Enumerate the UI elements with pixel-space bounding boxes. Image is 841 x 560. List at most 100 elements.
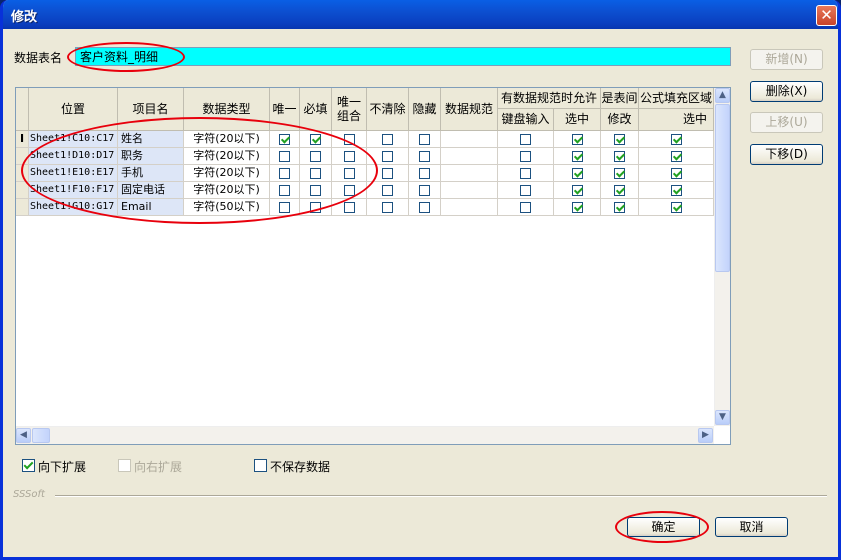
cell-hidden[interactable] — [409, 182, 441, 199]
header-select-a[interactable]: 选中 — [554, 109, 601, 131]
fsel-checkbox[interactable] — [671, 202, 682, 213]
cell-noclear[interactable] — [367, 131, 409, 148]
cell-modify[interactable] — [601, 131, 639, 148]
cell-kbd[interactable] — [498, 199, 554, 216]
cell-fsel[interactable] — [639, 199, 714, 216]
cell-fsel[interactable] — [639, 148, 714, 165]
noclear-checkbox[interactable] — [382, 202, 393, 213]
cell-data-rule[interactable] — [441, 131, 498, 148]
cell-fsel[interactable] — [639, 131, 714, 148]
expand-down-checkbox[interactable] — [22, 459, 35, 472]
hidden-checkbox[interactable] — [419, 134, 430, 145]
table-name-label: 数据表名 — [14, 51, 63, 65]
no-save-label: 不保存数据 — [270, 460, 331, 474]
add-button[interactable]: 新增(N) — [750, 49, 823, 70]
hidden-checkbox[interactable] — [419, 185, 430, 196]
cancel-button[interactable]: 取消 — [715, 517, 788, 537]
fsel-checkbox[interactable] — [671, 151, 682, 162]
header-no-clear[interactable]: 不清除 — [367, 88, 409, 131]
cell-noclear[interactable] — [367, 199, 409, 216]
kbd-checkbox[interactable] — [520, 185, 531, 196]
row-marker[interactable] — [16, 199, 29, 216]
noclear-checkbox[interactable] — [382, 185, 393, 196]
header-unique-combo[interactable]: 唯一 组合 — [332, 88, 367, 131]
cell-sel[interactable] — [554, 199, 601, 216]
hidden-checkbox[interactable] — [419, 168, 430, 179]
noclear-checkbox[interactable] — [382, 151, 393, 162]
cell-sel[interactable] — [554, 131, 601, 148]
cell-modify[interactable] — [601, 165, 639, 182]
noclear-checkbox[interactable] — [382, 134, 393, 145]
cell-sel[interactable] — [554, 165, 601, 182]
cell-kbd[interactable] — [498, 148, 554, 165]
horizontal-scroll-thumb[interactable] — [32, 428, 50, 443]
cell-sel[interactable] — [554, 148, 601, 165]
move-up-button[interactable]: 上移(U) — [750, 112, 823, 133]
kbd-checkbox[interactable] — [520, 134, 531, 145]
modify-checkbox[interactable] — [614, 168, 625, 179]
modify-checkbox[interactable] — [614, 185, 625, 196]
cell-hidden[interactable] — [409, 148, 441, 165]
cell-kbd[interactable] — [498, 165, 554, 182]
cell-data-rule[interactable] — [441, 182, 498, 199]
header-select-b[interactable]: 选中 — [639, 109, 714, 131]
title-bar[interactable]: 修改 ✕ — [3, 0, 838, 29]
cell-hidden[interactable] — [409, 165, 441, 182]
horizontal-scrollbar[interactable]: ◀ ▶ — [16, 426, 714, 444]
header-modify[interactable]: 修改 — [601, 109, 639, 131]
vertical-scrollbar[interactable]: ▲ ▼ — [714, 88, 730, 426]
cell-fsel[interactable] — [639, 182, 714, 199]
sel-checkbox[interactable] — [572, 202, 583, 213]
cell-noclear[interactable] — [367, 182, 409, 199]
cell-modify[interactable] — [601, 199, 639, 216]
sel-checkbox[interactable] — [572, 185, 583, 196]
fsel-checkbox[interactable] — [671, 168, 682, 179]
vertical-scroll-thumb[interactable] — [715, 104, 730, 272]
kbd-checkbox[interactable] — [520, 168, 531, 179]
combo-checkbox[interactable] — [344, 202, 355, 213]
noclear-checkbox[interactable] — [382, 168, 393, 179]
header-formula-fill[interactable]: 公式填充区域 — [639, 88, 714, 109]
scroll-up-arrow-icon[interactable]: ▲ — [715, 88, 730, 103]
cell-kbd[interactable] — [498, 182, 554, 199]
delete-button[interactable]: 删除(X) — [750, 81, 823, 102]
cell-data-rule[interactable] — [441, 148, 498, 165]
header-keyboard-input[interactable]: 键盘输入 — [498, 109, 554, 131]
scroll-right-arrow-icon[interactable]: ▶ — [698, 428, 713, 443]
fsel-checkbox[interactable] — [671, 185, 682, 196]
header-unique-combo-line1: 唯一 — [336, 95, 361, 109]
cell-data-rule[interactable] — [441, 199, 498, 216]
cell-hidden[interactable] — [409, 131, 441, 148]
cell-data-rule[interactable] — [441, 165, 498, 182]
cell-fsel[interactable] — [639, 165, 714, 182]
cell-hidden[interactable] — [409, 199, 441, 216]
modify-checkbox[interactable] — [614, 202, 625, 213]
header-required[interactable]: 必填 — [300, 88, 332, 131]
modify-checkbox[interactable] — [614, 151, 625, 162]
cell-kbd[interactable] — [498, 131, 554, 148]
modify-checkbox[interactable] — [614, 134, 625, 145]
close-button[interactable]: ✕ — [816, 5, 837, 26]
move-down-button[interactable]: 下移(D) — [750, 144, 823, 165]
kbd-checkbox[interactable] — [520, 202, 531, 213]
scroll-left-arrow-icon[interactable]: ◀ — [16, 428, 31, 443]
sel-checkbox[interactable] — [572, 151, 583, 162]
window-title: 修改 — [11, 10, 38, 25]
scroll-down-arrow-icon[interactable]: ▼ — [715, 410, 730, 425]
cell-sel[interactable] — [554, 182, 601, 199]
header-allow-when-rule[interactable]: 有数据规范时允许 — [498, 88, 601, 109]
no-save-checkbox[interactable] — [254, 459, 267, 472]
sel-checkbox[interactable] — [572, 134, 583, 145]
header-data-rule[interactable]: 数据规范 — [441, 88, 498, 131]
header-is-table[interactable]: 是表间 — [601, 88, 639, 109]
hidden-checkbox[interactable] — [419, 202, 430, 213]
sel-checkbox[interactable] — [572, 168, 583, 179]
header-hidden[interactable]: 隐藏 — [409, 88, 441, 131]
expand-right-checkbox[interactable] — [118, 459, 131, 472]
cell-modify[interactable] — [601, 182, 639, 199]
fsel-checkbox[interactable] — [671, 134, 682, 145]
kbd-checkbox[interactable] — [520, 151, 531, 162]
hidden-checkbox[interactable] — [419, 151, 430, 162]
row-marker[interactable]: I — [16, 131, 29, 148]
cell-modify[interactable] — [601, 148, 639, 165]
